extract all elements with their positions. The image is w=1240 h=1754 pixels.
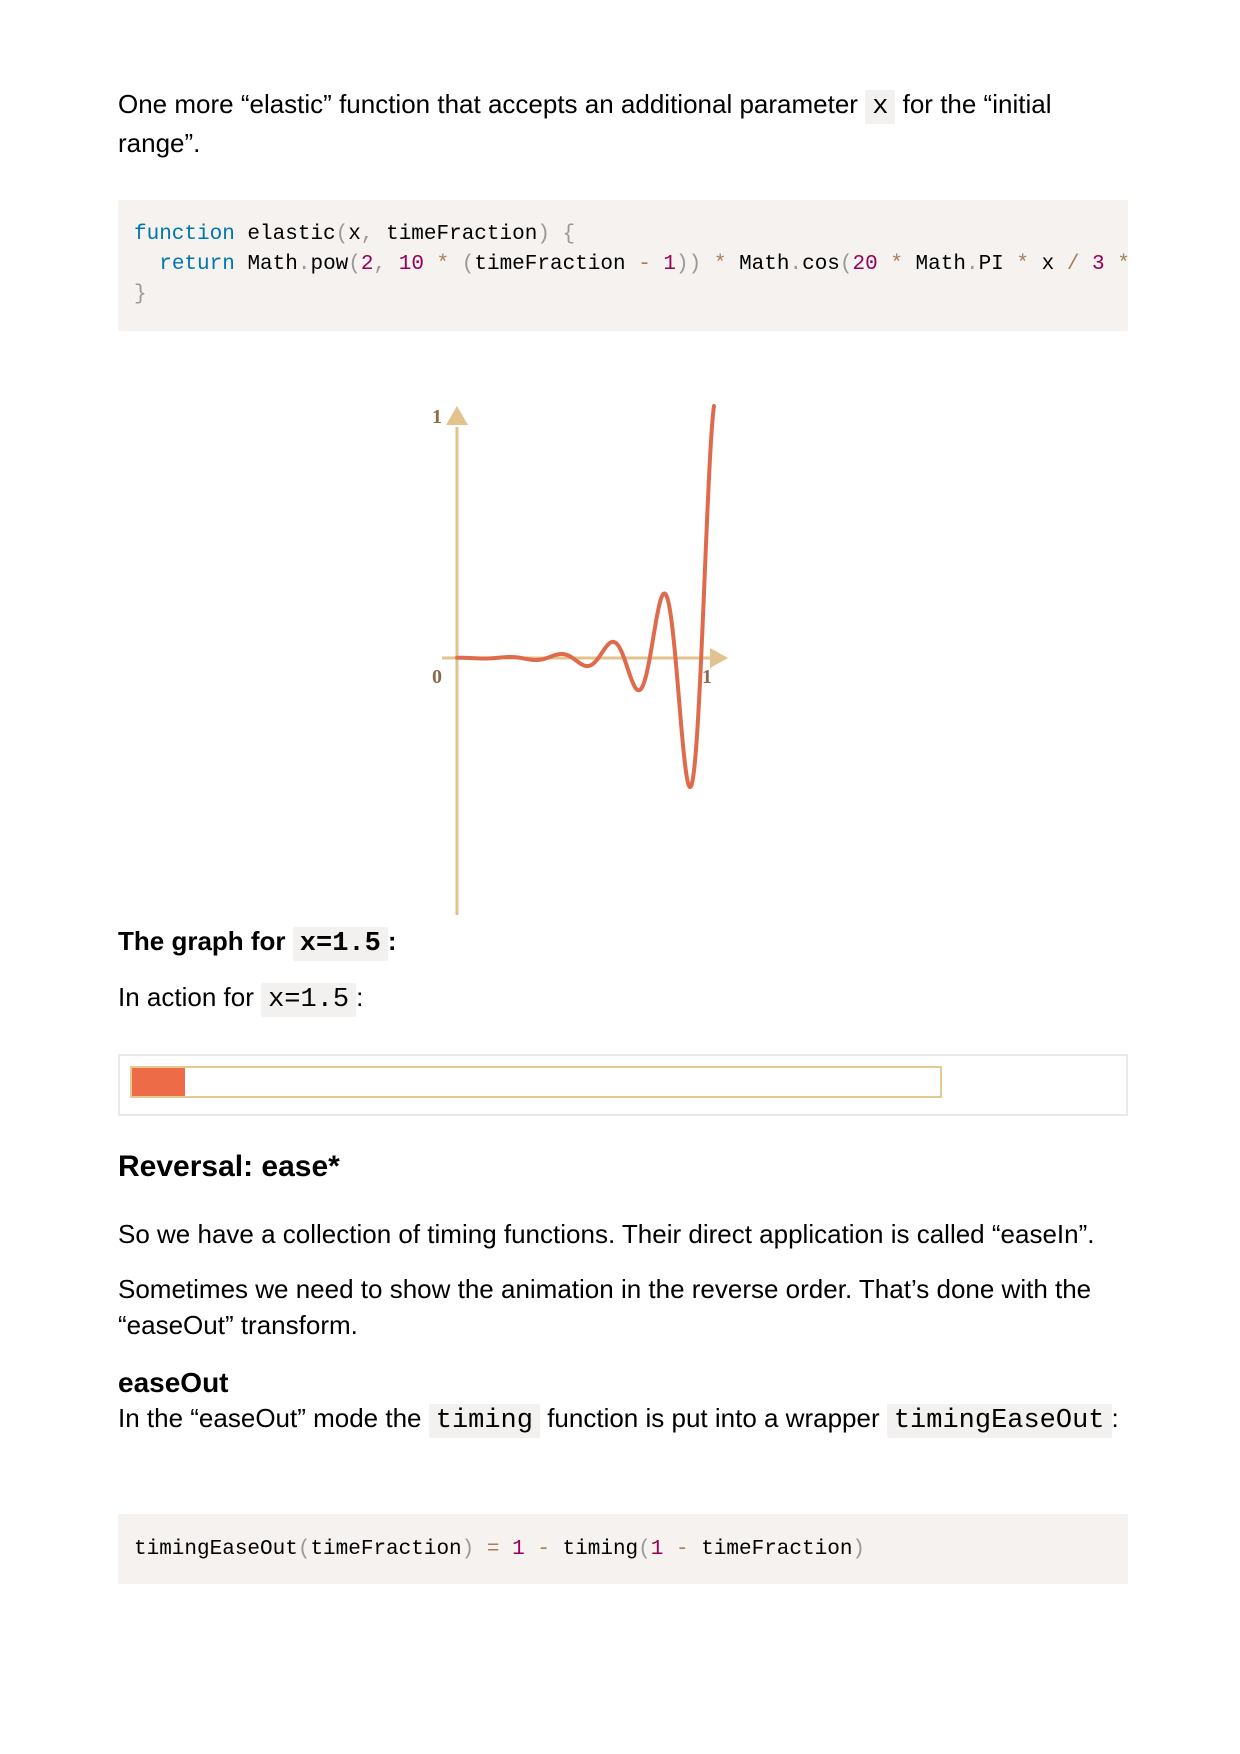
code-token: PI xyxy=(978,253,1017,276)
paragraph-reverse: Sometimes we need to show the animation … xyxy=(118,1274,1092,1340)
graph-caption-text: The graph for xyxy=(118,926,286,956)
code-number: 1 xyxy=(512,1538,525,1561)
code-token: pow xyxy=(310,253,349,276)
graph-caption: The graph for x=1.5: xyxy=(118,923,1128,962)
subsection-heading: easeOut xyxy=(118,1367,229,1398)
progress-fill xyxy=(132,1068,186,1096)
code-operator: * xyxy=(713,253,727,276)
code-punct: ) xyxy=(852,1538,866,1561)
code-keyword: return xyxy=(159,253,235,276)
elastic-graph: 1 0 1 xyxy=(432,404,728,915)
code-operator: = xyxy=(486,1538,500,1561)
code-token: cos xyxy=(802,253,840,276)
code-token: timing xyxy=(549,1538,639,1561)
paragraph-easein: So we have a collection of timing functi… xyxy=(118,1219,1095,1249)
elastic-curve xyxy=(455,404,716,790)
code-operator: * xyxy=(436,253,450,276)
code-punct: . xyxy=(789,253,803,276)
code-punct: ( xyxy=(638,1538,651,1561)
code-token: timingEaseOut xyxy=(134,1538,298,1561)
code-punct: ) xyxy=(537,223,550,246)
code-token: Math xyxy=(902,253,966,276)
x-tick-label-right: 1 xyxy=(702,666,712,688)
inline-code-x-value: x=1.5 xyxy=(261,983,357,1017)
code-block-easeout: timingEaseOut(timeFraction) = 1 - timing… xyxy=(118,1514,1128,1584)
x-axis-arrow xyxy=(710,648,728,668)
code-number: 10 xyxy=(398,253,424,276)
code-punct: ) xyxy=(461,1538,475,1561)
inline-code-x-value: x=1.5 xyxy=(292,927,388,961)
para3-text-before: In the “easeOut” mode the xyxy=(118,1403,422,1433)
paragraph-easeout-wrapper: In the “easeOut” mode the timing functio… xyxy=(118,1400,1128,1439)
code-line-2: return Math.pow(2, 10 * (timeFraction - … xyxy=(134,253,1128,276)
code-block-elastic: function elastic(x, timeFraction) { retu… xyxy=(118,200,1128,331)
code-operator: * xyxy=(1117,253,1128,276)
code-punct: ( xyxy=(297,1538,311,1561)
code-token: timeFraction xyxy=(310,1538,462,1561)
section-heading: Reversal: ease* xyxy=(118,1150,340,1183)
code-token: x xyxy=(348,223,361,246)
inline-code-x: x xyxy=(865,90,896,124)
code-token: elastic xyxy=(234,223,336,246)
code-number: 20 xyxy=(852,253,878,276)
code-punct: ( xyxy=(839,253,853,276)
code-punct: , xyxy=(360,223,374,246)
action-caption: In action for x=1.5: xyxy=(118,979,1128,1018)
intro-paragraph: One more “elastic” function that accepts… xyxy=(118,86,1128,161)
code-token: x xyxy=(1029,253,1067,276)
code-punct: { xyxy=(549,223,576,246)
code-line-1: function elastic(x, timeFraction) { xyxy=(134,223,575,246)
code-token: Math xyxy=(726,253,790,276)
inline-code-timingEaseOut: timingEaseOut xyxy=(886,1404,1112,1438)
code-punct: )) xyxy=(676,253,702,276)
code-punct: ( xyxy=(348,253,361,276)
action-caption-colon: : xyxy=(356,982,364,1012)
code-operator: - xyxy=(675,1538,689,1561)
code-number: 2 xyxy=(360,253,374,276)
progress-track[interactable] xyxy=(130,1066,942,1098)
code-number: 1 xyxy=(663,253,677,276)
code-punct: ( xyxy=(461,253,475,276)
code-token: timeFraction xyxy=(688,1538,853,1561)
code-number: 1 xyxy=(650,1538,664,1561)
code-operator: - xyxy=(638,253,651,276)
graph-caption-colon: : xyxy=(387,926,397,956)
code-operator: / xyxy=(1066,253,1080,276)
code-token: timeFraction xyxy=(474,253,639,276)
code-punct: . xyxy=(965,253,979,276)
intro-text-before: One more “elastic” function that accepts… xyxy=(118,89,858,119)
y-tick-label-top: 1 xyxy=(432,406,442,428)
y-axis-arrow xyxy=(446,406,468,425)
inline-code-timing: timing xyxy=(428,1404,540,1438)
code-punct: . xyxy=(297,253,311,276)
code-punct: , xyxy=(373,253,387,276)
origin-label: 0 xyxy=(432,666,442,688)
para3-text-middle: function is put into a wrapper xyxy=(547,1403,880,1433)
code-line-3: } xyxy=(134,283,147,306)
code-token: Math xyxy=(234,253,298,276)
code-token: timeFraction xyxy=(373,223,538,246)
code-keyword: function xyxy=(134,223,235,246)
animation-demo-box[interactable] xyxy=(118,1054,1128,1116)
code-number: 3 xyxy=(1092,253,1105,276)
para3-text-after: : xyxy=(1111,1403,1119,1433)
code-operator: * xyxy=(1016,253,1029,276)
action-caption-text: In action for xyxy=(118,982,254,1012)
code-punct: ( xyxy=(335,223,349,246)
code-operator: - xyxy=(537,1538,550,1561)
code-operator: * xyxy=(890,253,903,276)
